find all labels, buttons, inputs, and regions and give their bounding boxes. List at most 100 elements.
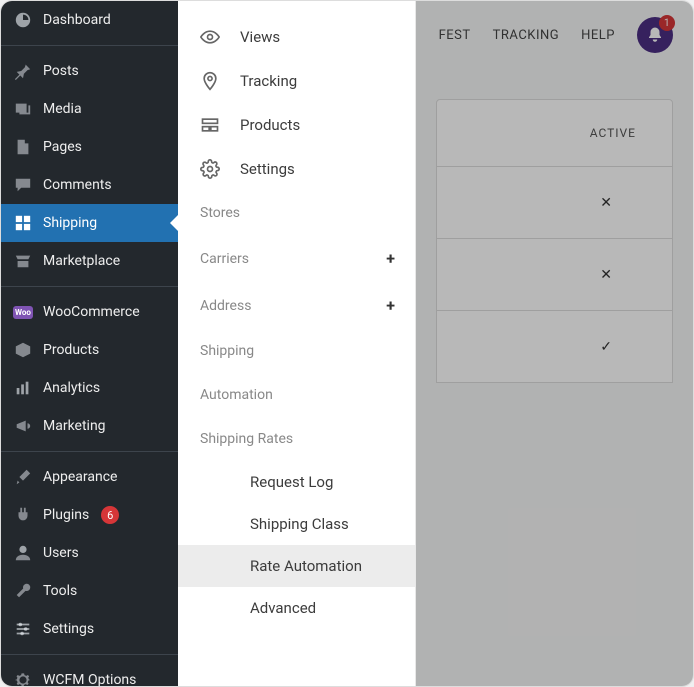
sidebar-item-label: Settings: [43, 621, 94, 637]
sidebar-item-label: Appearance: [43, 469, 117, 485]
megaphone-icon: [13, 416, 33, 436]
sub-child-label: Advanced: [250, 599, 316, 617]
store-icon: [13, 251, 33, 271]
table-row[interactable]: ✓: [436, 311, 673, 383]
active-status: ✕: [600, 267, 612, 283]
sub-child-label: Shipping Class: [250, 515, 349, 533]
location-icon: [200, 71, 220, 91]
rates-advanced[interactable]: Advanced: [178, 587, 415, 629]
active-status: ✓: [600, 339, 612, 355]
submenu-views[interactable]: Views: [178, 15, 415, 59]
sub-child-label: Request Log: [250, 473, 333, 491]
sidebar-item-woocommerce[interactable]: Woo WooCommerce: [1, 293, 178, 331]
submenu-label: Products: [240, 116, 300, 134]
table-row[interactable]: ✕: [436, 167, 673, 239]
column-active: ACTIVE: [590, 126, 636, 140]
comment-icon: [13, 175, 33, 195]
sub-child-label: Rate Automation: [250, 557, 362, 575]
brush-icon: [13, 467, 33, 487]
submenu-label: Views: [240, 28, 280, 46]
sidebar-item-users[interactable]: Users: [1, 534, 178, 572]
wp-admin-sidebar: Dashboard Posts Media Pages Comments Shi…: [1, 1, 178, 686]
submenu-products[interactable]: Products: [178, 103, 415, 147]
layout-icon: [200, 115, 220, 135]
sidebar-item-label: Users: [43, 545, 79, 561]
sidebar-item-marketing[interactable]: Marketing: [1, 407, 178, 445]
section-label: Carriers: [200, 251, 249, 267]
rates-shipping-class[interactable]: Shipping Class: [178, 503, 415, 545]
submenu-label: Tracking: [240, 72, 297, 90]
plugins-badge: 6: [101, 506, 119, 524]
sidebar-item-media[interactable]: Media: [1, 90, 178, 128]
sidebar-item-label: Analytics: [43, 380, 100, 396]
section-carriers[interactable]: Carriers +: [178, 235, 415, 282]
sidebar-item-label: Posts: [43, 63, 79, 79]
notification-bell[interactable]: 1: [637, 17, 673, 53]
sidebar-item-label: Dashboard: [43, 12, 111, 28]
submenu-settings[interactable]: Settings: [178, 147, 415, 191]
sidebar-item-label: Shipping: [43, 215, 97, 231]
sidebar-item-label: Pages: [43, 139, 82, 155]
section-label: Shipping: [200, 343, 254, 359]
rates-request-log[interactable]: Request Log: [178, 461, 415, 503]
sidebar-item-settings[interactable]: Settings: [1, 610, 178, 648]
plug-icon: [13, 505, 33, 525]
topbar: FEST TRACKING HELP 1: [416, 1, 693, 69]
sidebar-item-label: Plugins: [43, 507, 89, 523]
media-icon: [13, 99, 33, 119]
sidebar-item-label: Marketing: [43, 418, 106, 434]
dashboard-icon: [13, 10, 33, 30]
section-automation[interactable]: Automation: [178, 373, 415, 417]
rates-rate-automation[interactable]: Rate Automation: [178, 545, 415, 587]
gear-icon: [200, 159, 220, 179]
sidebar-item-shipping[interactable]: Shipping: [1, 204, 178, 242]
section-address[interactable]: Address +: [178, 282, 415, 329]
sidebar-item-marketplace[interactable]: Marketplace: [1, 242, 178, 280]
sidebar-item-wcfm[interactable]: WCFM Options: [1, 661, 178, 687]
main-content: FEST TRACKING HELP 1 ACTIVE ✕ ✕ ✓: [416, 1, 693, 686]
plus-icon[interactable]: +: [386, 249, 395, 268]
shipping-submenu: Views Tracking Products Settings Stores …: [178, 1, 416, 686]
section-shipping-rates[interactable]: Shipping Rates: [178, 417, 415, 461]
section-label: Stores: [200, 205, 240, 221]
gear-icon: [13, 670, 33, 687]
sidebar-item-label: Tools: [43, 583, 77, 599]
sidebar-item-label: WCFM Options: [43, 672, 136, 687]
section-stores[interactable]: Stores: [178, 191, 415, 235]
section-label: Automation: [200, 387, 273, 403]
sidebar-item-tools[interactable]: Tools: [1, 572, 178, 610]
topbar-link-tracking[interactable]: TRACKING: [493, 28, 559, 43]
sidebar-item-products[interactable]: Products: [1, 331, 178, 369]
eye-icon: [200, 27, 220, 47]
grid-icon: [13, 213, 33, 233]
pin-icon: [13, 61, 33, 81]
topbar-link-fest[interactable]: FEST: [439, 28, 471, 43]
sidebar-item-comments[interactable]: Comments: [1, 166, 178, 204]
plus-icon[interactable]: +: [386, 296, 395, 315]
active-status: ✕: [600, 195, 612, 211]
notif-count: 1: [659, 15, 675, 31]
sidebar-item-posts[interactable]: Posts: [1, 52, 178, 90]
table-row[interactable]: ✕: [436, 239, 673, 311]
sidebar-item-appearance[interactable]: Appearance: [1, 458, 178, 496]
sliders-icon: [13, 619, 33, 639]
section-label: Address: [200, 298, 251, 314]
woo-icon: Woo: [13, 302, 33, 322]
wrench-icon: [13, 581, 33, 601]
table-header: ACTIVE: [436, 99, 673, 167]
box-icon: [13, 340, 33, 360]
section-label: Shipping Rates: [200, 431, 293, 447]
submenu-tracking[interactable]: Tracking: [178, 59, 415, 103]
sidebar-item-plugins[interactable]: Plugins 6: [1, 496, 178, 534]
user-icon: [13, 543, 33, 563]
sidebar-item-label: WooCommerce: [43, 304, 140, 320]
sidebar-item-label: Products: [43, 342, 99, 358]
sidebar-item-label: Media: [43, 101, 82, 117]
sidebar-item-dashboard[interactable]: Dashboard: [1, 1, 178, 39]
section-shipping[interactable]: Shipping: [178, 329, 415, 373]
page-icon: [13, 137, 33, 157]
sidebar-item-pages[interactable]: Pages: [1, 128, 178, 166]
sidebar-item-analytics[interactable]: Analytics: [1, 369, 178, 407]
chart-icon: [13, 378, 33, 398]
topbar-link-help[interactable]: HELP: [581, 28, 615, 43]
